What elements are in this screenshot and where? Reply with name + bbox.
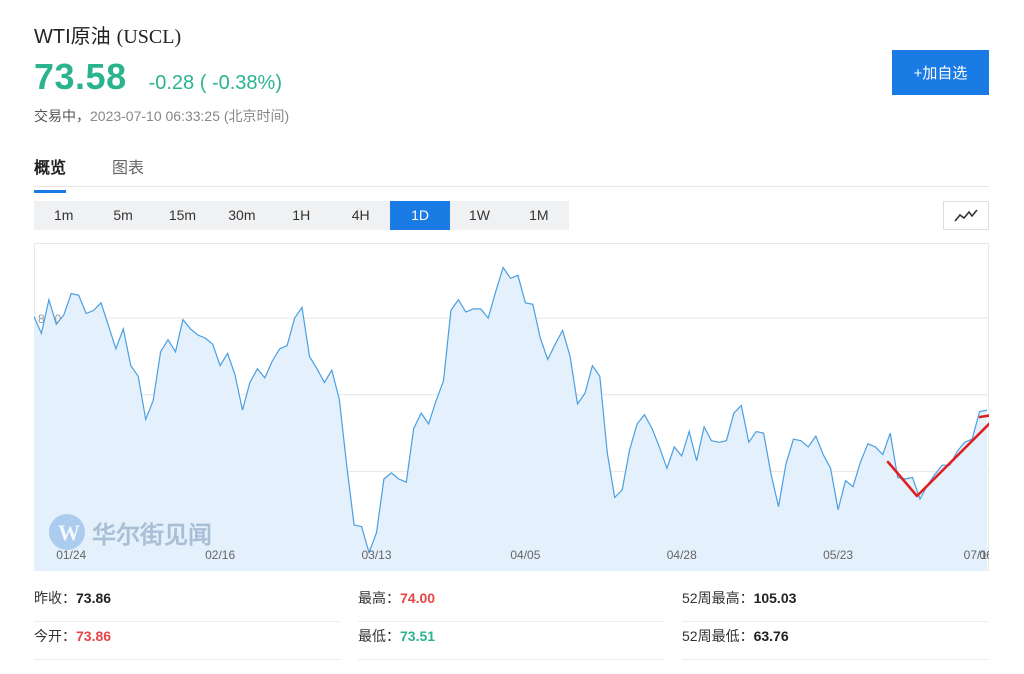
stat-value: 73.51 <box>400 628 436 644</box>
period-1h[interactable]: 1H <box>272 201 331 230</box>
stat-value: 73.86 <box>76 628 112 644</box>
stat-label: 今开： <box>34 628 76 644</box>
period-1mo[interactable]: 1M <box>509 201 568 230</box>
period-5m[interactable]: 5m <box>93 201 152 230</box>
price-change: -0.28 ( -0.38%) <box>148 72 282 94</box>
x-tick-label: 03/13 <box>361 548 391 562</box>
stat-value: 105.03 <box>753 590 797 606</box>
current-price: 73.58 <box>34 56 127 97</box>
chart-type-button[interactable] <box>943 201 989 230</box>
price-chart: 65.0070.0075.0080.00W华尔街见闻01/2402/1603/1… <box>34 243 989 571</box>
stat-label: 最低： <box>358 628 400 644</box>
watermark-text: 华尔街见闻 <box>92 520 212 549</box>
period-1d[interactable]: 1D <box>390 201 450 230</box>
x-tick-label: 05/23 <box>823 548 853 562</box>
stat-value: 73.86 <box>76 590 112 606</box>
stat-label: 52周最低： <box>682 628 754 644</box>
stat-high: 最高：74.00 <box>358 584 664 622</box>
instrument-name: WTI原油 <box>34 26 111 48</box>
stat-open: 今开：73.86 <box>34 622 340 660</box>
stat-value: 74.00 <box>400 590 436 606</box>
x-tick-label: 04/05 <box>510 548 540 562</box>
period-4h[interactable]: 4H <box>331 201 390 230</box>
x-tick-label: 02/16 <box>205 548 235 562</box>
stat-value: 63.76 <box>753 628 789 644</box>
trading-status: 交易中，2023-07-10 06:33:25 (北京时间) <box>34 106 289 126</box>
stat-prev-close: 昨收：73.86 <box>34 584 340 622</box>
watermark-logo: W <box>49 514 85 550</box>
stat-label: 52周最高： <box>682 590 754 606</box>
period-30m[interactable]: 30m <box>212 201 271 230</box>
stat-52w-low: 52周最低：63.76 <box>682 622 988 660</box>
price-row: 73.58 -0.28 ( -0.38%) <box>34 56 282 98</box>
period-1w[interactable]: 1W <box>450 201 509 230</box>
tab-overview[interactable]: 概览 <box>34 154 67 193</box>
tab-bar: 概览 图表 <box>34 150 989 193</box>
stat-label: 最高： <box>358 590 400 606</box>
stat-label: 昨收： <box>34 590 76 606</box>
status-label: 交易中， <box>34 108 90 124</box>
add-watchlist-button[interactable]: +加自选 <box>892 50 989 95</box>
period-15m[interactable]: 15m <box>153 201 212 230</box>
stat-low: 最低：73.51 <box>358 622 664 660</box>
period-selector: 1m 5m 15m 30m 1H 4H 1D 1W 1M <box>34 201 569 230</box>
timestamp: 2023-07-10 06:33:25 (北京时间) <box>90 108 290 124</box>
tab-chart[interactable]: 图表 <box>112 154 144 190</box>
stat-52w-high: 52周最高：105.03 <box>682 584 988 622</box>
x-tick-label: 01/24 <box>56 548 86 562</box>
watermark-logo-glyph: W <box>58 520 80 545</box>
instrument-title: WTI原油 (USCL) <box>34 20 181 49</box>
instrument-code: (USCL) <box>116 26 182 48</box>
period-1m[interactable]: 1m <box>34 201 93 230</box>
line-chart-icon <box>954 208 978 222</box>
x-tick-label: 07/1 <box>964 548 988 562</box>
x-tick-label: 04/28 <box>667 548 697 562</box>
